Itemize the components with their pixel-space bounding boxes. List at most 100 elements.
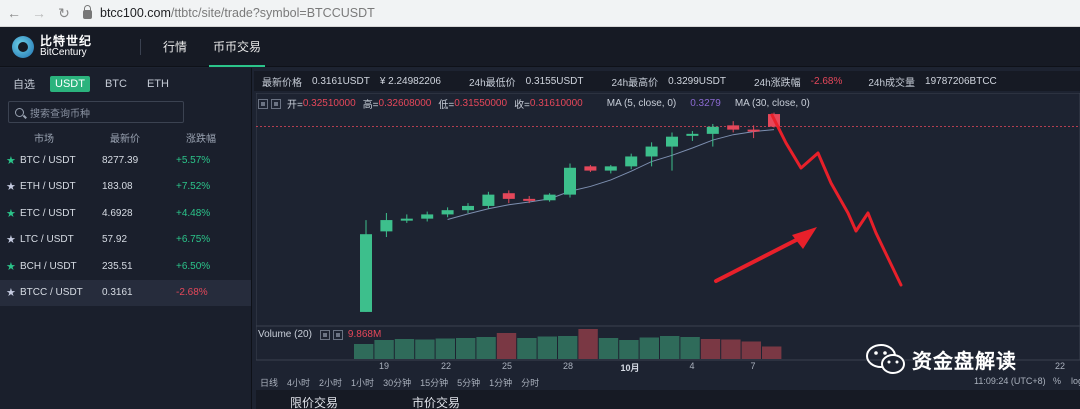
market-row[interactable]: ★ ETH / USDT 183.08 +7.52% bbox=[0, 174, 251, 201]
volume-bar bbox=[537, 336, 557, 359]
filter-favorites[interactable]: 自选 bbox=[8, 74, 40, 94]
logo[interactable]: 比特世纪 BitCentury bbox=[12, 35, 122, 59]
col-price[interactable]: 最新价 bbox=[84, 130, 156, 145]
x-tick: 4 bbox=[689, 361, 695, 371]
volume-bar bbox=[435, 338, 455, 359]
candle-body bbox=[686, 133, 699, 136]
stat-low-value: 0.3155USDT bbox=[525, 75, 584, 87]
volume-bar bbox=[394, 339, 415, 359]
collapse-icon[interactable] bbox=[319, 329, 330, 340]
candle-body bbox=[523, 198, 536, 201]
market-row[interactable]: ★ BTC / USDT 8277.39 +5.57% bbox=[0, 147, 251, 174]
star-icon[interactable]: ★ bbox=[6, 260, 20, 273]
x-tick: 10月 bbox=[620, 363, 640, 373]
wechat-icon bbox=[866, 344, 905, 374]
search-placeholder: 搜索查询币种 bbox=[30, 108, 90, 120]
nav-divider bbox=[140, 38, 141, 55]
collapse-icon[interactable] bbox=[258, 98, 268, 109]
filter-eth[interactable]: ETH bbox=[142, 76, 174, 92]
market-row[interactable]: ★ BCH / USDT 235.51 +6.50% bbox=[0, 253, 251, 280]
price-pane bbox=[256, 93, 1080, 327]
tf-1h[interactable]: 1小时 bbox=[351, 376, 374, 389]
tf-timeline[interactable]: 分时 bbox=[521, 376, 539, 389]
open-label: 开= bbox=[287, 100, 303, 111]
market-table-header: 市场 最新价 涨跌幅 bbox=[0, 127, 251, 147]
nav-item-market[interactable]: 行情 bbox=[159, 27, 191, 67]
ohlc-legend: 开= 0.32510000 高= 0.32608000 低= 0.31550000 收… bbox=[258, 96, 810, 111]
watermark: 资金盘解读 bbox=[866, 342, 1017, 376]
candle-body bbox=[380, 220, 393, 232]
pair-price: 4.6928 bbox=[102, 207, 133, 219]
tab-limit-order[interactable]: 限价交易 bbox=[290, 394, 338, 409]
pair-name: LTC / USDT bbox=[20, 234, 74, 246]
nav-item-spot-trade[interactable]: 币币交易 bbox=[209, 27, 266, 67]
pair-name: ETC / USDT bbox=[20, 207, 76, 219]
reload-icon[interactable]: ↻ bbox=[53, 5, 75, 22]
pair-name: ETH / USDT bbox=[20, 181, 76, 193]
x-tick: 28 bbox=[562, 361, 574, 371]
x-tick: 7 bbox=[750, 361, 756, 371]
tf-4h[interactable]: 4小时 bbox=[287, 376, 310, 389]
col-market[interactable]: 市场 bbox=[0, 130, 84, 145]
volume-bar bbox=[741, 341, 761, 359]
browser-address-bar: ← → ↻ btcc100.com/ttbtc/site/trade?symbo… bbox=[0, 0, 1080, 27]
star-icon[interactable]: ★ bbox=[6, 233, 20, 246]
tf-5m[interactable]: 5分钟 bbox=[457, 376, 480, 389]
log-toggle[interactable]: log bbox=[1071, 376, 1080, 386]
volume-bar bbox=[598, 338, 619, 359]
stat-volume-label: 24h成交量 bbox=[868, 77, 916, 89]
settings-icon[interactable] bbox=[271, 98, 281, 109]
low-value: 0.31550000 bbox=[454, 98, 508, 109]
settings-icon[interactable] bbox=[332, 329, 343, 340]
tf-15m[interactable]: 15分钟 bbox=[420, 376, 448, 389]
stat-last-value: 0.3161USDT bbox=[312, 75, 370, 87]
pair-price: 0.3161 bbox=[102, 287, 133, 299]
candle-body bbox=[584, 166, 597, 171]
x-tick: 19 bbox=[378, 361, 390, 371]
col-change[interactable]: 涨跌幅 bbox=[156, 130, 236, 145]
tf-1d[interactable]: 日线 bbox=[260, 376, 278, 389]
back-icon[interactable]: ← bbox=[3, 5, 25, 21]
candle-body bbox=[441, 210, 454, 215]
open-value: 0.32510000 bbox=[302, 98, 356, 109]
watermark-text: 资金盘解读 bbox=[912, 350, 1017, 373]
forward-icon[interactable]: → bbox=[28, 5, 50, 21]
filter-usdt[interactable]: USDT bbox=[50, 76, 90, 92]
filter-btc[interactable]: BTC bbox=[100, 76, 132, 92]
stat-change-value: -2.68% bbox=[810, 75, 843, 87]
tf-2h[interactable]: 2小时 bbox=[319, 376, 342, 389]
volume-legend: Volume (20) 9.868M bbox=[258, 329, 381, 340]
volume-bar bbox=[578, 329, 598, 359]
pair-name: BTCC / USDT bbox=[20, 287, 83, 299]
volume-bar bbox=[680, 337, 700, 359]
tf-30m[interactable]: 30分钟 bbox=[383, 376, 411, 389]
star-icon[interactable]: ★ bbox=[6, 286, 20, 299]
pair-name: BTC / USDT bbox=[20, 154, 76, 166]
pair-change: +6.50% bbox=[176, 260, 211, 272]
market-row-selected[interactable]: ★ BTCC / USDT 0.3161 -2.68% bbox=[0, 279, 251, 306]
url-field[interactable]: btcc100.com/ttbtc/site/trade?symbol=BTCC… bbox=[83, 3, 375, 23]
search-icon bbox=[15, 107, 24, 117]
candle-body bbox=[360, 234, 372, 312]
stat-cny-value: ¥ 2.24982206 bbox=[379, 75, 441, 87]
tab-market-order[interactable]: 市价交易 bbox=[412, 394, 460, 409]
search-input[interactable]: 搜索查询币种 bbox=[8, 101, 184, 123]
tf-1m[interactable]: 1分钟 bbox=[489, 376, 512, 389]
ticker-stats: 最新价格 0.3161USDT ¥ 2.24982206 24h最低价 0.31… bbox=[254, 71, 1080, 91]
pair-change: +4.48% bbox=[176, 207, 211, 219]
star-icon[interactable]: ★ bbox=[6, 207, 20, 220]
x-tick: 25 bbox=[501, 361, 513, 371]
pair-change: -2.68% bbox=[176, 287, 208, 299]
percent-toggle[interactable]: % bbox=[1053, 376, 1061, 386]
volume-bar bbox=[496, 333, 517, 359]
market-row[interactable]: ★ LTC / USDT 57.92 +6.75% bbox=[0, 227, 251, 254]
ma5-label: MA (5, close, 0) bbox=[606, 98, 677, 109]
top-navigation: 比特世纪 BitCentury 行情 币币交易 bbox=[0, 27, 1080, 67]
pair-change: +5.57% bbox=[176, 154, 211, 166]
volume-bar bbox=[721, 339, 741, 359]
pair-change: +6.75% bbox=[176, 234, 211, 246]
url-host: btcc100.com bbox=[100, 6, 171, 20]
star-icon[interactable]: ★ bbox=[6, 154, 20, 167]
market-row[interactable]: ★ ETC / USDT 4.6928 +4.48% bbox=[0, 200, 251, 227]
star-icon[interactable]: ★ bbox=[6, 180, 20, 193]
